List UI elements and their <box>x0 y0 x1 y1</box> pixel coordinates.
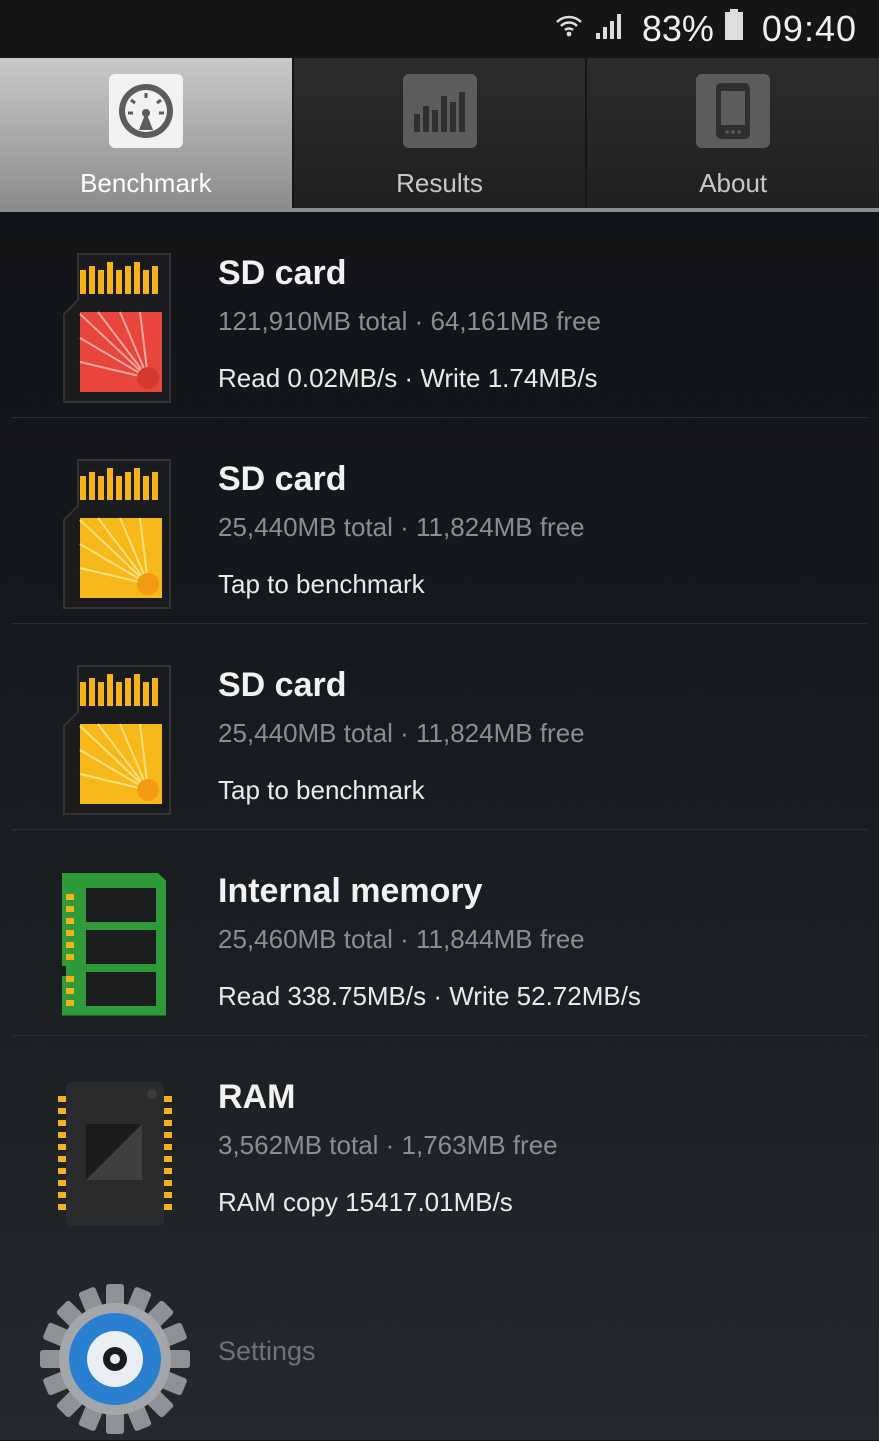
item-capacity: 3,562MB total · 1,763MB free <box>218 1130 558 1160</box>
tab-about[interactable]: About <box>587 58 879 208</box>
status-bar: 83% 09:40 <box>0 0 879 58</box>
item-capacity: 121,910MB total · 64,161MB free <box>218 306 602 336</box>
battery-icon <box>724 8 744 50</box>
item-result: RAM copy 15417.01MB/s <box>218 1187 513 1217</box>
gear-icon <box>38 1282 192 1436</box>
clock: 09:40 <box>761 8 857 49</box>
item-result: Read 0.02MB/s · Write 1.74MB/s <box>218 363 598 393</box>
tab-benchmark[interactable]: Benchmark <box>0 58 294 208</box>
list-item-ram[interactable]: RAM 3,562MB total · 1,763MB free RAM cop… <box>0 1036 879 1242</box>
tab-label: Results <box>396 168 483 198</box>
bar-chart-icon <box>402 74 477 148</box>
tab-bar: Benchmark Results About <box>0 58 879 212</box>
settings-item[interactable]: Settings <box>0 1262 879 1440</box>
item-title: SD card <box>218 254 347 292</box>
phone-icon <box>696 74 771 148</box>
speedometer-icon <box>108 74 183 148</box>
item-result: Tap to benchmark <box>218 569 425 599</box>
item-capacity: 25,460MB total · 11,844MB free <box>218 924 585 954</box>
item-result: Tap to benchmark <box>218 775 425 805</box>
list-item-internal-memory[interactable]: Internal memory 25,460MB total · 11,844M… <box>0 830 879 1036</box>
ram-chip-icon <box>58 1076 172 1232</box>
item-title: Internal memory <box>218 872 483 910</box>
sd-card-yellow-icon <box>58 664 172 820</box>
item-result: Read 338.75MB/s · Write 52.72MB/s <box>218 981 641 1011</box>
storage-list: SD card 121,910MB total · 64,161MB free … <box>0 212 879 1242</box>
tab-label: Benchmark <box>80 168 212 198</box>
memory-module-icon <box>58 870 172 1026</box>
tab-label: About <box>699 168 768 198</box>
wifi-icon <box>554 8 584 50</box>
battery-percent: 83% <box>641 8 714 49</box>
item-capacity: 25,440MB total · 11,824MB free <box>218 718 585 748</box>
item-capacity: 25,440MB total · 11,824MB free <box>218 512 585 542</box>
settings-label: Settings <box>218 1336 316 1366</box>
item-title: SD card <box>218 460 347 498</box>
signal-icon <box>594 8 626 50</box>
item-title: SD card <box>218 666 347 704</box>
list-item-sd-card-1[interactable]: SD card 121,910MB total · 64,161MB free … <box>0 212 879 418</box>
sd-card-yellow-icon <box>58 458 172 614</box>
item-title: RAM <box>218 1078 296 1116</box>
list-item-sd-card-2[interactable]: SD card 25,440MB total · 11,824MB free T… <box>0 418 879 624</box>
list-item-sd-card-3[interactable]: SD card 25,440MB total · 11,824MB free T… <box>0 624 879 830</box>
tab-results[interactable]: Results <box>294 58 588 208</box>
sd-card-red-icon <box>58 252 172 408</box>
